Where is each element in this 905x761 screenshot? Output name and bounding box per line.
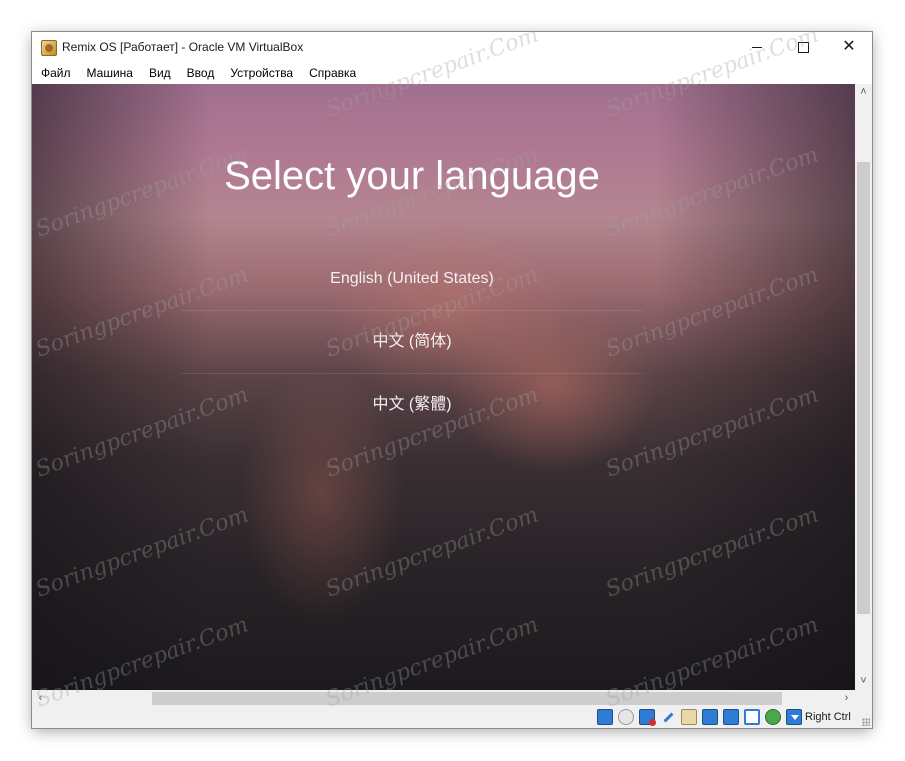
status-icons (597, 709, 807, 726)
usb-icon[interactable] (660, 709, 676, 725)
host-key-label[interactable]: Right Ctrl (805, 711, 851, 723)
status-bar: Right Ctrl (32, 707, 872, 728)
optical-drive-icon[interactable] (618, 709, 634, 725)
window-title: Remix OS [Работает] - Oracle VM VirtualB… (62, 40, 304, 54)
menu-file[interactable]: Файл (32, 62, 79, 84)
shared-folders-icon[interactable] (681, 709, 697, 725)
menu-machine[interactable]: Машина (79, 62, 141, 84)
menu-devices[interactable]: Устройства (222, 62, 301, 84)
scroll-left-icon[interactable]: ‹ (32, 690, 49, 707)
maximize-button[interactable] (780, 32, 826, 62)
scroll-up-icon[interactable]: ˄ (855, 84, 872, 101)
mouse-integration-icon[interactable] (786, 709, 802, 725)
menu-help[interactable]: Справка (301, 62, 364, 84)
minimize-button[interactable] (734, 32, 780, 62)
menu-input[interactable]: Ввод (179, 62, 223, 84)
language-option-chinese-traditional[interactable]: 中文 (繁體) (182, 374, 642, 436)
resize-grip-icon[interactable] (862, 718, 870, 726)
close-button[interactable]: ✕ (826, 32, 872, 62)
vm-display[interactable]: Select your language English (United Sta… (32, 84, 855, 690)
vertical-scrollbar[interactable]: ˄ ˅ (855, 84, 872, 690)
video-capture-icon[interactable] (744, 709, 760, 725)
maximize-icon (797, 41, 809, 53)
scroll-right-icon[interactable]: › (838, 690, 855, 707)
vertical-scroll-thumb[interactable] (857, 162, 870, 614)
horizontal-scroll-thumb[interactable] (152, 692, 782, 705)
language-list: English (United States) 中文 (简体) 中文 (繁體) (182, 248, 642, 436)
scrollbar-corner (855, 690, 872, 707)
language-option-chinese-simplified[interactable]: 中文 (简体) (182, 311, 642, 374)
cpu-icon[interactable] (765, 709, 781, 725)
menu-bar: Файл Машина Вид Ввод Устройства Справка (32, 62, 872, 84)
network-icon[interactable] (723, 709, 739, 725)
virtualbox-app-icon (41, 40, 57, 56)
minimize-icon (752, 46, 762, 48)
audio-icon[interactable] (639, 709, 656, 726)
title-bar[interactable]: Remix OS [Работает] - Oracle VM VirtualB… (32, 32, 872, 62)
scroll-down-icon[interactable]: ˅ (855, 673, 872, 690)
horizontal-scrollbar[interactable]: ‹ › (32, 690, 855, 707)
language-option-english[interactable]: English (United States) (182, 248, 642, 311)
virtualbox-window: Remix OS [Работает] - Oracle VM VirtualB… (32, 32, 872, 728)
close-icon: ✕ (842, 38, 856, 55)
display-icon[interactable] (702, 709, 718, 725)
menu-view[interactable]: Вид (141, 62, 179, 84)
hard-disk-icon[interactable] (597, 709, 613, 725)
select-language-heading: Select your language (224, 154, 600, 198)
